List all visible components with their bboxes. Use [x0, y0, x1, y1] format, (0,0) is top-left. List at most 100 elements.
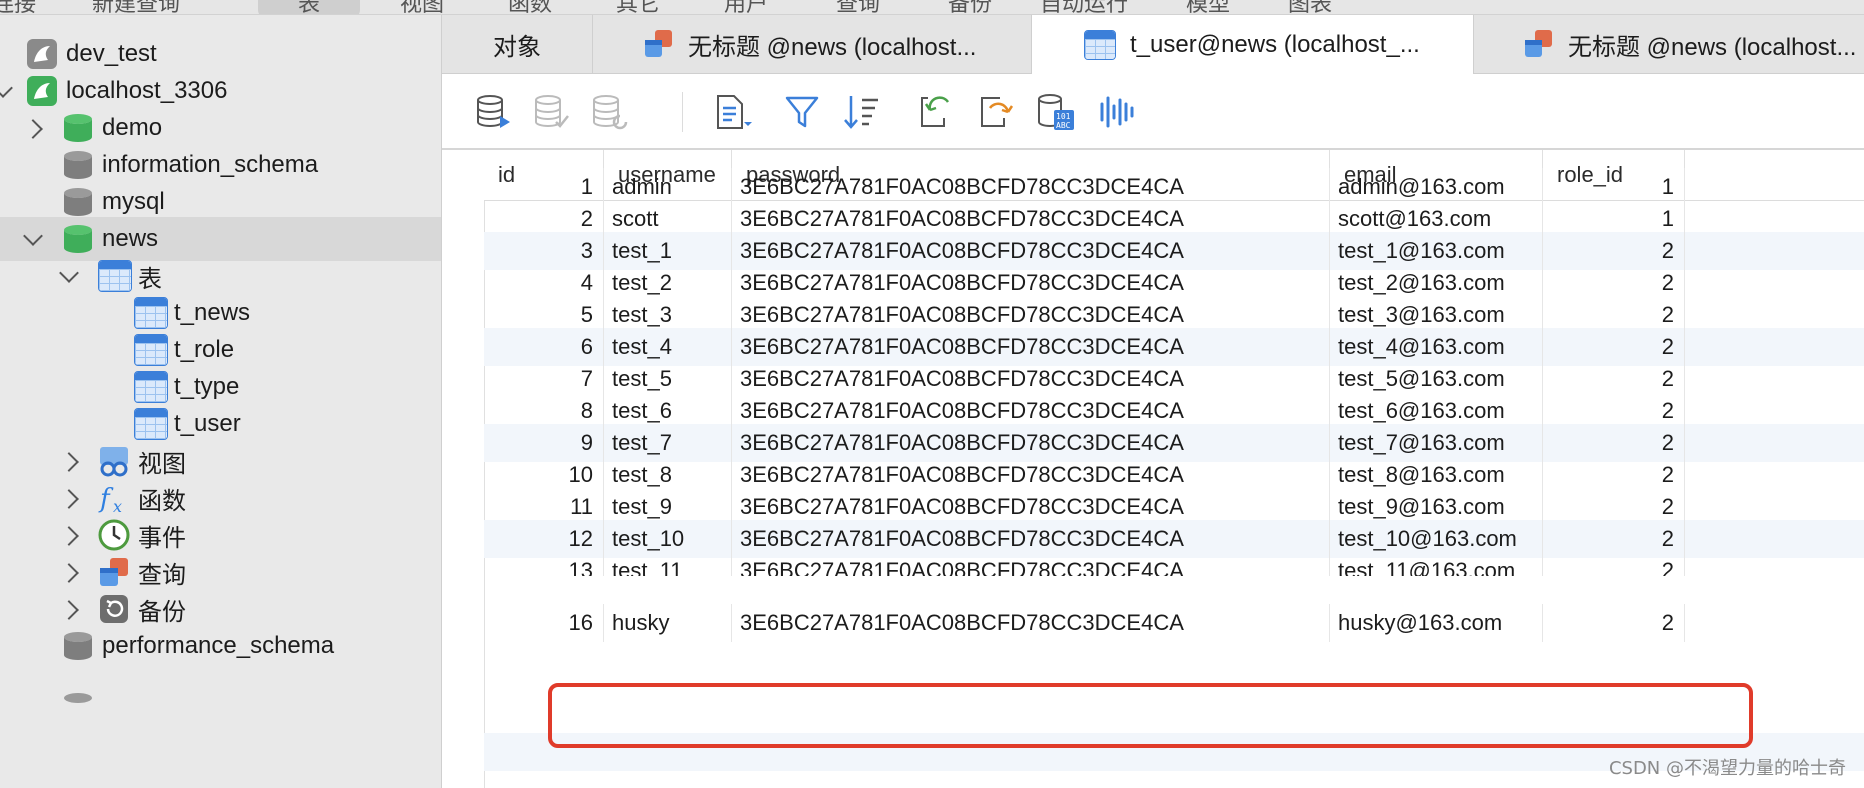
chevron-down-icon[interactable] [59, 263, 79, 283]
svg-text:f: f [98, 484, 114, 514]
cell-id[interactable]: 13 [484, 552, 604, 576]
menu-item[interactable]: 图表 [1288, 0, 1332, 14]
highlight-annotation [548, 683, 1753, 748]
table-icon [134, 408, 168, 440]
database-icon [64, 114, 92, 142]
tree-item-label: 备份 [138, 598, 186, 626]
cell-username[interactable]: test_11 [604, 552, 732, 576]
chevron-down-icon[interactable] [23, 226, 43, 246]
rollback-icon[interactable] [590, 92, 630, 132]
tab-objects[interactable]: 对象 [442, 15, 593, 73]
import-icon[interactable] [914, 92, 954, 132]
tree-item-label: news [102, 225, 159, 252]
event-clock-icon [98, 519, 130, 551]
tree-item-label: dev_test [66, 40, 157, 67]
chevron-right-icon[interactable] [59, 452, 79, 472]
profile-icon[interactable] [1096, 92, 1136, 132]
filter-icon[interactable] [782, 92, 822, 132]
export-icon[interactable] [974, 92, 1014, 132]
menu-item[interactable]: 视图 [400, 0, 444, 14]
menu-item[interactable]: 自动运行 [1040, 0, 1128, 14]
menu-item[interactable]: 连接 [0, 0, 36, 14]
tree-item-label: localhost_3306 [66, 77, 228, 104]
cell-role-id[interactable]: 2 [1543, 552, 1685, 576]
tree-item-partial[interactable] [0, 661, 441, 705]
menu-item[interactable]: 用户 [724, 0, 768, 14]
svg-text:ABC: ABC [1056, 121, 1071, 130]
tree-item-label: 查询 [138, 561, 186, 589]
function-icon: f x [98, 484, 122, 514]
chevron-right-icon[interactable] [23, 119, 43, 139]
tab-label: 无标题 @news (localhost... [1568, 33, 1857, 61]
tree-item-label: demo [102, 114, 163, 141]
tree-item-label: 函数 [138, 487, 186, 515]
tab-query-2[interactable]: 无标题 @news (localhost... [1474, 15, 1864, 73]
tab-label: t_user@news (localhost_... [1130, 30, 1420, 58]
cell-password[interactable]: 3E6BC27A781F0AC08BCFD78CC3DCE4CA [732, 604, 1330, 642]
table-icon [134, 334, 168, 366]
cell-id[interactable]: 16 [484, 604, 604, 642]
tree-item-label: t_news [174, 299, 251, 326]
tab-query-1[interactable]: 无标题 @news (localhost... [592, 15, 1032, 73]
menu-item[interactable]: 新建查询 [92, 0, 180, 14]
chevron-right-icon[interactable] [59, 489, 79, 509]
database-icon [64, 225, 92, 253]
tab-t-user[interactable]: t_user@news (localhost_... [1032, 15, 1474, 74]
cell-password[interactable]: 3E6BC27A781F0AC08BCFD78CC3DCE4CA [732, 552, 1330, 576]
backup-icon [100, 595, 128, 623]
svg-text:x: x [113, 497, 122, 514]
tab-bar: 对象 无标题 @news (localhost... t_user@news (… [442, 15, 1864, 74]
table-icon [1084, 29, 1116, 60]
toolbar-separator [682, 92, 683, 132]
tree-item-label: t_user [174, 410, 241, 437]
table-row[interactable]: 16 husky 3E6BC27A781F0AC08BCFD78CC3DCE4CA h… [484, 604, 1864, 642]
tree-item-label: performance_schema [102, 632, 335, 659]
tree-item-label: 视图 [138, 450, 186, 478]
menu-item-selected[interactable]: 表 [258, 0, 361, 14]
table-icon [134, 297, 168, 329]
text-view-icon[interactable] [712, 92, 752, 132]
sort-icon[interactable] [842, 92, 882, 132]
menu-item[interactable]: 备份 [948, 0, 992, 14]
database-icon [64, 188, 92, 216]
watermark: CSDN @不渴望力量的哈士奇 [1608, 758, 1846, 779]
cell-role-id[interactable]: 2 [1543, 604, 1685, 642]
database-icon [64, 632, 92, 660]
data-generator-icon[interactable]: 101 ABC [1036, 92, 1076, 132]
tab-label: 无标题 @news (localhost... [688, 33, 977, 61]
menu-item[interactable]: 函数 [508, 0, 552, 14]
table-row[interactable]: 13 test_11 3E6BC27A781F0AC08BCFD78CC3DCE4C… [484, 552, 1864, 576]
tree-item-label: 事件 [138, 524, 186, 552]
tree-item-label: t_type [174, 373, 240, 400]
tree-item-label: information_schema [102, 151, 319, 178]
chevron-right-icon[interactable] [59, 563, 79, 583]
cell-email[interactable]: test_11@163.com [1330, 552, 1543, 576]
table-icon [134, 371, 168, 403]
commit-icon[interactable] [532, 92, 572, 132]
query-icon [1525, 30, 1552, 57]
tree-item-label: t_role [174, 336, 235, 363]
connection-icon [27, 76, 57, 106]
tree-item-label: 表 [138, 265, 162, 293]
begin-transaction-icon[interactable] [474, 92, 514, 132]
menu-item[interactable]: 查询 [836, 0, 880, 14]
database-icon [64, 151, 92, 179]
navigator-sidebar: dev_test localhost_3306 demo information… [0, 15, 442, 788]
connection-icon [27, 39, 57, 69]
svg-text:101: 101 [1056, 112, 1071, 121]
tree-item-label: mysql [102, 188, 165, 215]
query-icon [645, 30, 672, 57]
menu-item[interactable]: 模型 [1186, 0, 1230, 14]
tables-icon [98, 260, 132, 292]
tab-label: 对象 [493, 33, 541, 61]
menu-item[interactable]: 其它 [616, 0, 660, 14]
table-toolbar: 101 ABC [442, 74, 1864, 150]
chevron-down-icon[interactable] [0, 78, 13, 98]
chevron-right-icon[interactable] [59, 526, 79, 546]
chevron-right-icon[interactable] [59, 600, 79, 620]
cell-email[interactable]: husky@163.com [1330, 604, 1543, 642]
database-icon [64, 693, 92, 703]
top-menubar: 连接 新建查询 表 视图 函数 其它 用户 查询 备份 自动运行 模型 图表 [0, 0, 1864, 15]
cell-username[interactable]: husky [604, 604, 732, 642]
query-icon [100, 558, 128, 586]
